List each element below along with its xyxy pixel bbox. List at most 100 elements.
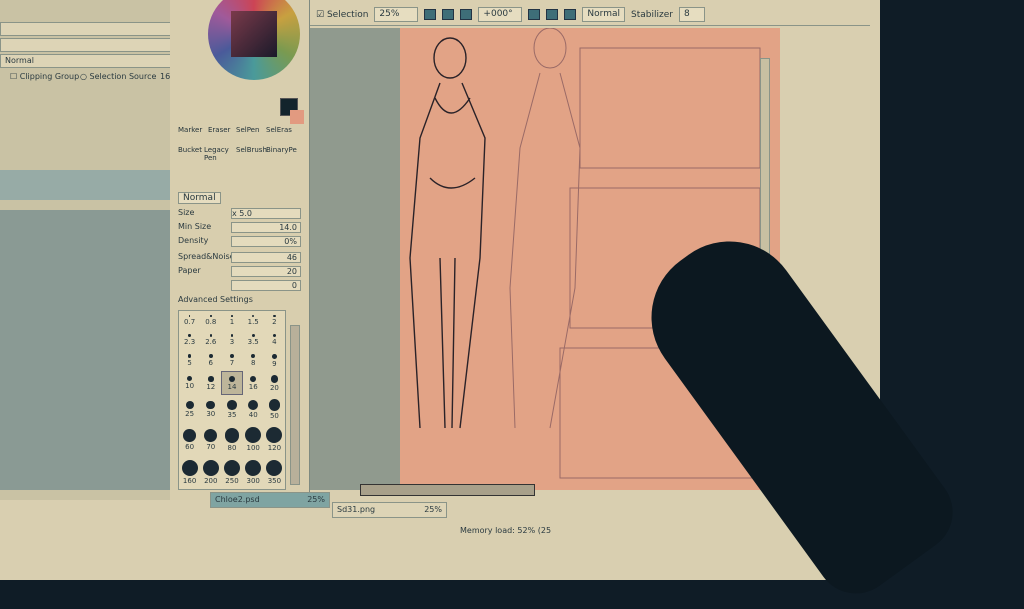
brush-size-label: 12 [206,383,215,391]
canvas-horizontal-scrollbar[interactable] [360,484,535,496]
color-square[interactable] [231,11,277,57]
brush-size-label: 300 [247,477,260,485]
brush-dot-icon [224,460,240,476]
stabilizer-select[interactable]: 8 [679,7,705,22]
zoom-in-button[interactable] [442,9,454,20]
brush-size-label: 16 [249,383,258,391]
brush-dot-icon [204,429,217,442]
file-tabs: Chloe2.psd25% Sd31.png25% Memory load: 5… [310,490,810,550]
brush-size-cell[interactable]: 350 [264,456,285,489]
tool-bucket[interactable]: Bucket [178,146,202,154]
extra-value[interactable]: 0 [231,280,301,291]
file-tab-chloe2[interactable]: Chloe2.psd25% [210,492,330,508]
size-multiplier[interactable]: x 5.0 [231,208,301,219]
brush-dot-icon [245,460,261,476]
rotate-left-button[interactable] [528,9,540,20]
selection-source-checkbox[interactable]: ○ Selection Source [80,72,156,81]
brush-size-cell[interactable]: 250 [221,456,242,489]
paper-value[interactable]: 20 [231,266,301,277]
brush-dot-icon [227,400,236,409]
brush-size-cell[interactable]: 40 [243,395,264,423]
brush-size-cell[interactable]: 0.8 [200,311,221,330]
brush-dot-icon [183,429,195,441]
brush-size-cell[interactable]: 20 [264,371,285,395]
brush-size-cell[interactable]: 10 [179,371,200,395]
brush-dot-icon [203,460,219,476]
size-value[interactable]: 14.0 [231,222,301,233]
tool-legacy-pen[interactable]: Legacy Pen [204,146,230,162]
brush-size-cell[interactable]: 300 [243,456,264,489]
tool-seleraser[interactable]: SelEras [266,126,292,134]
tool-selpen[interactable]: SelPen [236,126,259,134]
brush-size-cell[interactable]: 0.7 [179,311,200,330]
brush-dot-icon [187,376,192,381]
brush-size-cell[interactable]: 1 [221,311,242,330]
brush-size-cell[interactable]: 14 [221,371,242,395]
rotation-field[interactable]: +000° [478,7,522,22]
brush-size-cell[interactable]: 30 [200,395,221,423]
brush-dot-icon [266,427,282,443]
brush-size-cell[interactable]: 200 [200,456,221,489]
brush-size-cell[interactable]: 25 [179,395,200,423]
brush-size-cell[interactable]: 5 [179,350,200,372]
brush-size-cell[interactable]: 3.5 [243,330,264,350]
selection-checkbox[interactable]: ☑ Selection [316,10,368,20]
zoom-out-button[interactable] [424,9,436,20]
brush-size-label: 9 [272,360,276,368]
brush-size-cell[interactable]: 160 [179,456,200,489]
brush-dot-icon [210,334,213,337]
tool-binarypen[interactable]: BinaryPe [266,146,297,154]
tool-selbrush[interactable]: SelBrush [236,146,267,154]
brush-size-cell[interactable]: 2.3 [179,330,200,350]
brush-size-cell[interactable]: 100 [243,423,264,456]
tool-marker[interactable]: Marker [178,126,202,134]
brush-size-cell[interactable]: 7 [221,350,242,372]
density-value[interactable]: 0% [231,236,301,247]
brush-size-label: 1.5 [248,318,259,326]
brush-size-cell[interactable]: 120 [264,423,285,456]
mode-select[interactable]: Normal [582,7,625,22]
brush-size-cell[interactable]: 60 [179,423,200,456]
brush-size-cell[interactable]: 4 [264,330,285,350]
brush-mode-select[interactable]: Normal [178,192,221,204]
brush-size-cell[interactable]: 8 [243,350,264,372]
brush-size-label: 160 [183,477,196,485]
tool-eraser[interactable]: Eraser [208,126,230,134]
brush-dot-icon [182,460,198,476]
brush-dot-icon [225,428,239,442]
brush-size-label: 30 [206,410,215,418]
brush-dot-icon [245,427,261,443]
brush-size-label: 3 [230,338,234,346]
brush-dot-icon [271,375,278,382]
color-wheel[interactable] [208,0,300,80]
paper-label: Paper [178,266,201,275]
brush-size-cell[interactable]: 3 [221,330,242,350]
brush-size-cell[interactable]: 1.5 [243,311,264,330]
brush-size-cell[interactable]: 16 [243,371,264,395]
brush-size-label: 2 [272,318,276,326]
brush-size-label: 14 [228,383,237,391]
brush-size-label: 40 [249,411,258,419]
file-tab-sd31[interactable]: Sd31.png25% [332,502,447,518]
brush-size-cell[interactable]: 80 [221,423,242,456]
reset-rotation-button[interactable] [564,9,576,20]
brush-size-cell[interactable]: 9 [264,350,285,372]
brush-size-label: 80 [228,444,237,452]
zoom-fit-button[interactable] [460,9,472,20]
spread-value[interactable]: 46 [231,252,301,263]
brush-size-cell[interactable]: 70 [200,423,221,456]
brush-size-cell[interactable]: 2.6 [200,330,221,350]
advanced-settings-toggle[interactable]: Advanced Settings [178,295,301,307]
secondary-color-swatch[interactable] [290,110,304,124]
brush-size-cell[interactable]: 50 [264,395,285,423]
brush-size-cell[interactable]: 6 [200,350,221,372]
brush-size-label: 350 [268,477,281,485]
brush-size-cell[interactable]: 12 [200,371,221,395]
zoom-field[interactable]: 25% [374,7,418,22]
brush-size-cell[interactable]: 2 [264,311,285,330]
rotate-right-button[interactable] [546,9,558,20]
brush-size-label: 20 [270,384,279,392]
brush-grid-scrollbar[interactable] [290,325,300,485]
clipping-group-checkbox[interactable]: ☐ Clipping Group [10,72,79,81]
brush-size-cell[interactable]: 35 [221,395,242,423]
